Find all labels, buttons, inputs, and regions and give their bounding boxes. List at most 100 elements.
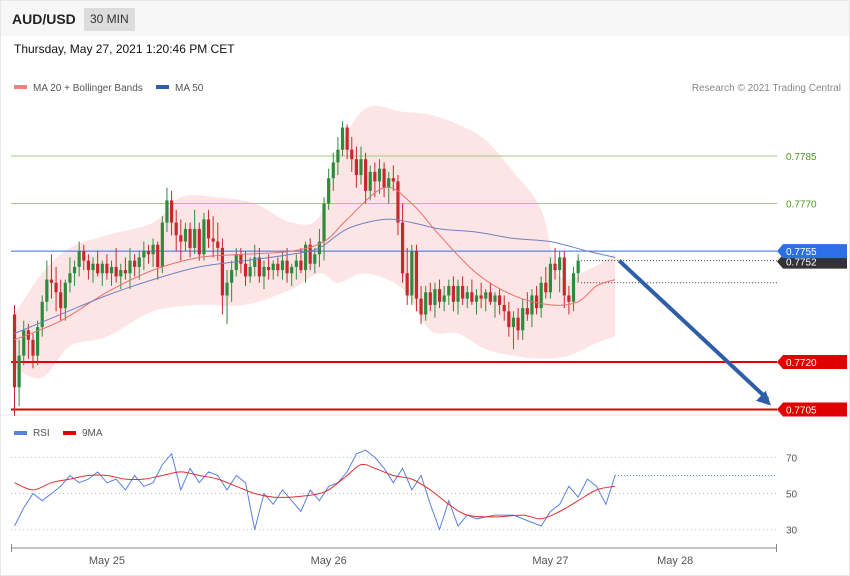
candle-body xyxy=(68,273,72,283)
candle-body xyxy=(511,317,516,328)
candle-body xyxy=(100,263,104,274)
candle-body xyxy=(54,282,58,293)
candle-body xyxy=(327,178,331,204)
candle-body xyxy=(493,295,497,302)
candle-body xyxy=(461,285,465,299)
candle-body xyxy=(165,200,169,223)
candle-body xyxy=(202,219,206,255)
candle-body xyxy=(91,263,95,271)
candle-body xyxy=(558,257,562,271)
candle-body xyxy=(119,270,123,277)
candle-body xyxy=(109,266,114,274)
candle-body xyxy=(22,330,26,356)
candle-body xyxy=(262,266,266,277)
candle-body xyxy=(211,238,215,242)
candle-body xyxy=(82,251,86,261)
candle-body xyxy=(447,285,451,296)
candle-body xyxy=(243,263,248,277)
candle-body xyxy=(197,228,201,255)
candle-body xyxy=(479,295,483,299)
chart-panel: AUD/USD 30 MIN Thursday, May 27, 2021 1:… xyxy=(0,0,850,576)
candle-body xyxy=(156,244,160,267)
candle-body xyxy=(525,308,529,315)
candle-body xyxy=(299,260,303,271)
candle-body xyxy=(567,295,571,302)
candle-body xyxy=(271,263,275,271)
rsi-legend-label: RSI xyxy=(33,428,50,439)
candle-body xyxy=(419,298,423,315)
candle-body xyxy=(40,301,44,328)
candle-body xyxy=(45,279,49,302)
candle-body xyxy=(17,355,21,388)
candle-body xyxy=(507,311,511,328)
candle-body xyxy=(373,171,377,182)
candle-body xyxy=(456,285,460,302)
candle-body xyxy=(216,241,220,248)
candle-body xyxy=(521,308,525,331)
rsi-tick-30: 30 xyxy=(786,526,798,537)
candle-body xyxy=(414,251,419,299)
bollinger-band-area xyxy=(14,105,616,379)
candle-body xyxy=(498,295,502,305)
level-tags: 0.7752 0.7785 0.7770 0.7755 0.7720 0.7705 xyxy=(777,152,847,417)
level-label-last: 0.7752 xyxy=(786,258,817,269)
candle-body xyxy=(410,251,414,296)
x-tick-label: May 26 xyxy=(311,555,347,567)
candle-body xyxy=(123,270,127,274)
ma20-legend-swatch xyxy=(14,85,27,89)
x-tick-label: May 27 xyxy=(532,555,568,567)
candle-body xyxy=(571,273,576,302)
candle-body xyxy=(137,257,141,267)
candle-body xyxy=(377,168,382,182)
candle-body xyxy=(49,279,54,283)
rsi-ma-line xyxy=(14,463,616,520)
level-label-support: 0.7705 xyxy=(786,405,817,416)
candle-body xyxy=(105,263,109,274)
candle-body xyxy=(405,273,409,296)
rsi-tick-50: 50 xyxy=(786,490,798,501)
candle-body xyxy=(160,222,164,267)
candle-body xyxy=(225,282,229,296)
candle-body xyxy=(230,270,234,283)
candle-body xyxy=(239,254,243,264)
candle-body xyxy=(313,254,317,264)
candle-body xyxy=(488,292,492,302)
forecast-arrow xyxy=(617,259,771,406)
x-tick-label: May 28 xyxy=(657,555,693,567)
candle-body xyxy=(576,260,580,274)
x-tick-label: May 25 xyxy=(89,555,125,567)
candle-body xyxy=(142,251,146,258)
rsi-legend-swatch xyxy=(14,431,27,435)
candle-body xyxy=(534,295,539,309)
candle-body xyxy=(340,127,345,150)
candle-body xyxy=(294,260,298,267)
candle-body xyxy=(345,127,349,150)
ma20-legend-label: MA 20 + Bollinger Bands xyxy=(33,83,143,94)
price-chart: MA 20 + Bollinger Bands MA 50 Research ©… xyxy=(1,83,849,567)
candle-body xyxy=(146,251,151,255)
candle-body xyxy=(276,263,280,271)
candle-body xyxy=(31,339,35,356)
candle-body xyxy=(128,260,132,274)
candle-body xyxy=(77,251,81,267)
candle-body xyxy=(391,178,395,182)
candle-body xyxy=(174,222,178,236)
candle-body xyxy=(433,289,437,305)
candle-body xyxy=(206,219,211,239)
candle-body xyxy=(183,228,188,242)
candle-body xyxy=(59,292,63,309)
candle-body xyxy=(96,263,100,274)
candle-body xyxy=(368,171,372,191)
candle-body xyxy=(364,159,368,191)
candle-body xyxy=(257,257,261,277)
rsi-panel: 70 50 30 xyxy=(11,449,798,537)
ma50-legend-label: MA 50 xyxy=(175,83,204,94)
candle-body xyxy=(350,149,354,160)
candle-body xyxy=(516,317,520,331)
candle-body xyxy=(544,282,548,293)
candle-body xyxy=(442,295,446,302)
candle-body xyxy=(169,200,174,223)
candle-body xyxy=(400,222,405,274)
level-label-support: 0.7720 xyxy=(786,358,817,369)
candle-body xyxy=(86,260,91,271)
